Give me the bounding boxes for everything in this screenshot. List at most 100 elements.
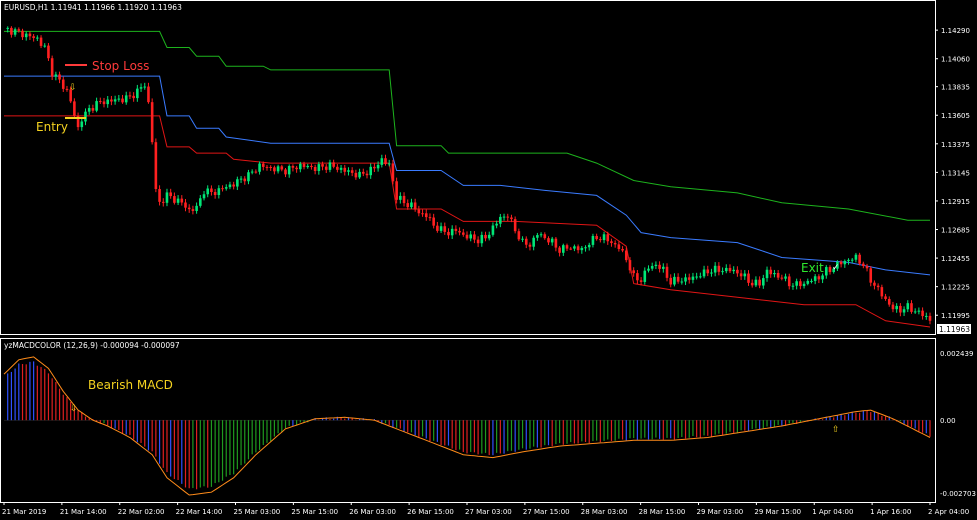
candle-body [21,30,24,38]
candle-body [521,238,524,240]
candle-body [261,163,265,167]
candle-body [65,88,69,90]
candle-body [84,111,87,122]
current-price-tag: 1.11963 [937,324,971,334]
candle-body [758,279,761,286]
candle-body [495,223,498,226]
candle-body [847,259,850,261]
candle-body [754,279,758,286]
candle-body [99,101,102,103]
time-tick-label: 29 Mar 03:00 [697,508,744,516]
candle-body [343,167,347,172]
macd-down-arrow-icon: ⇩ [70,404,78,414]
candle-body [447,231,450,236]
indicator-tick-label: -0.002703 [940,490,976,498]
candle-body [254,171,258,173]
candle-body [602,234,606,241]
candle-body [136,88,139,99]
candle-body [636,273,639,281]
candle-body [780,277,784,279]
candle-body [47,45,50,59]
candle-body [213,191,217,195]
candle-body [773,273,776,275]
indicator-axis: 0.002439 0.00 -0.002703 [4,350,976,498]
candle-body [469,234,473,239]
candle-body [643,270,647,282]
candle-body [139,87,143,89]
candle-body [465,234,469,239]
candle-body [280,166,284,170]
candle-body [395,181,398,200]
candle-body [728,267,732,272]
candle-body [687,277,691,280]
candle-body [421,213,424,215]
candle-body [454,228,458,231]
candle-body [510,217,513,220]
candle-body [795,281,798,286]
candle-body [880,287,884,297]
candle-body [295,167,298,170]
candle-body [517,231,521,240]
candle-body [332,162,335,167]
candle-body [413,202,417,210]
stop-loss-label: Stop Loss [92,59,149,73]
candle-body [365,173,369,176]
time-tick-label: 26 Mar 15:00 [407,508,454,516]
candle-body [239,178,243,180]
candle-body [443,226,447,232]
candle-body [828,267,832,273]
candle-body [284,169,287,175]
candle-body [402,195,406,204]
candle-body [154,142,158,190]
candle-body [895,305,898,310]
time-tick-label: 21 Mar 14:00 [60,508,107,516]
candle-body [691,276,695,280]
candle-body [813,276,817,281]
candle-body [576,246,580,251]
candle-body [806,280,810,284]
time-tick-label: 25 Mar 03:00 [234,508,281,516]
candle-body [95,101,98,111]
candle-body [921,310,924,317]
candle-body [6,27,10,29]
candle-body [928,315,932,321]
lower-band-line [4,115,931,328]
candle-body [899,305,902,313]
candle-body [713,265,717,273]
candle-body [639,280,643,282]
main-panel-frame [0,0,936,335]
price-tick-label: 1.14290 [941,27,970,35]
candle-body [276,166,280,172]
candle-body [595,235,598,240]
candle-body [354,172,358,178]
candle-body [176,198,180,203]
candle-body [24,33,28,38]
current-price-label: 1.11963 [939,325,970,334]
candle-body [36,37,39,39]
candle-body [658,264,661,269]
candle-body [821,275,824,280]
candle-body [410,202,413,208]
time-tick-label: 28 Mar 03:00 [581,508,628,516]
candle-body [273,167,276,172]
candle-body [291,166,295,168]
price-tick-label: 1.13835 [941,84,970,92]
price-tick-label: 1.14060 [941,56,970,64]
candle-body [676,276,680,282]
candle-body [884,296,887,299]
candle-body [587,244,591,248]
candle-body [613,243,617,245]
candle-body [787,276,791,287]
candle-body [747,273,750,283]
candle-body [547,238,550,243]
indicator-header: yzMACDCOLOR (12,26,9) -0.000094 -0.00009… [4,341,180,350]
candle-body [765,269,769,279]
candle-body [347,170,350,172]
candle-body [265,166,269,168]
candle-body [299,163,302,170]
candle-body [854,254,858,260]
candle-body [461,232,465,235]
candle-body [480,234,484,244]
candle-body [102,101,106,105]
candle-body [684,277,687,282]
